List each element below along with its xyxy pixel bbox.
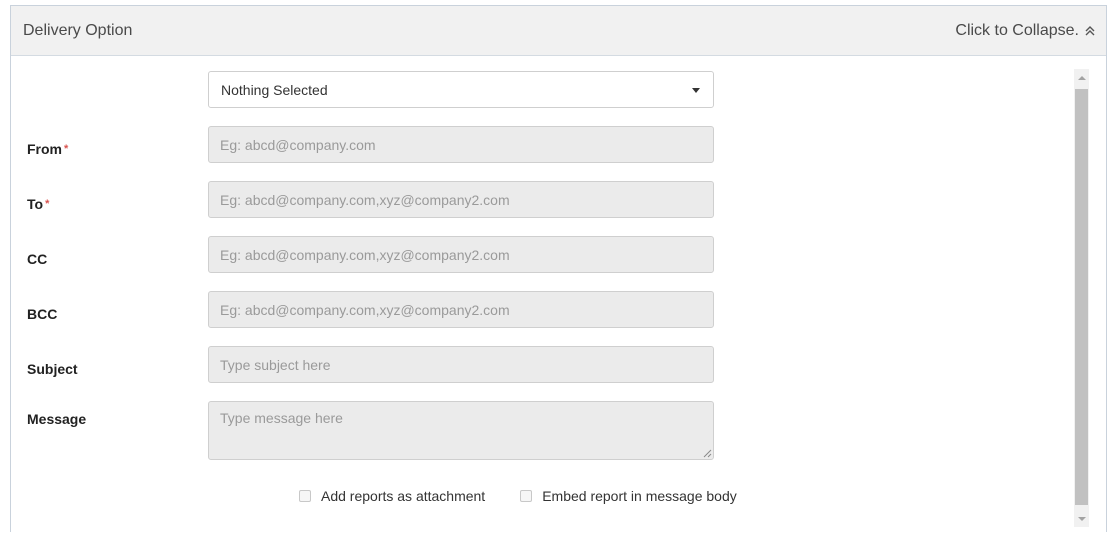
bcc-field[interactable] [208,291,714,328]
to-label: To * [27,196,49,212]
delivery-type-select[interactable]: Nothing Selected [208,71,714,108]
scroll-thumb[interactable] [1075,89,1088,505]
embed-checkbox[interactable] [520,490,533,502]
embed-option[interactable]: Embed report in message body [520,488,737,504]
from-field[interactable] [208,126,714,163]
from-label: From * [27,141,68,157]
attachment-option[interactable]: Add reports as attachment [299,488,485,504]
bcc-label: BCC [27,306,58,322]
delivery-option-panel: Delivery Option Click to Collapse. Nothi… [10,5,1107,532]
required-marker: * [45,198,50,210]
scroll-down-button[interactable] [1074,510,1089,527]
required-marker: * [64,143,69,155]
cc-label: CC [27,251,48,267]
arrow-up-icon [1077,75,1086,80]
attachment-label[interactable]: Add reports as attachment [321,488,485,504]
subject-field[interactable] [208,346,714,383]
collapse-toggle[interactable]: Click to Collapse. [955,22,1096,40]
collapse-label[interactable]: Click to Collapse. [955,22,1079,40]
message-label: Message [27,411,87,427]
message-field[interactable] [208,401,714,460]
panel-body: Nothing Selected From* To* CC BCC Subjec… [11,56,1106,533]
subject-label: Subject [27,361,78,377]
select-value: Nothing Selected [221,82,328,98]
cc-field[interactable] [208,236,714,273]
caret-down-icon [692,88,700,93]
to-field[interactable] [208,181,714,218]
panel-title: Delivery Option [23,22,133,39]
scroll-up-button[interactable] [1074,69,1089,86]
double-chevron-up-icon[interactable] [1084,24,1096,38]
from-label-text: From [27,141,62,157]
resize-grip-icon[interactable] [703,449,712,458]
vertical-scrollbar[interactable] [1074,69,1089,527]
arrow-down-icon [1077,516,1086,521]
panel-header[interactable]: Delivery Option Click to Collapse. [11,6,1106,56]
attachment-checkbox[interactable] [299,490,311,502]
delivery-options-row: Add reports as attachment Embed report i… [299,488,772,504]
embed-label[interactable]: Embed report in message body [542,488,737,504]
to-label-text: To [27,196,44,212]
